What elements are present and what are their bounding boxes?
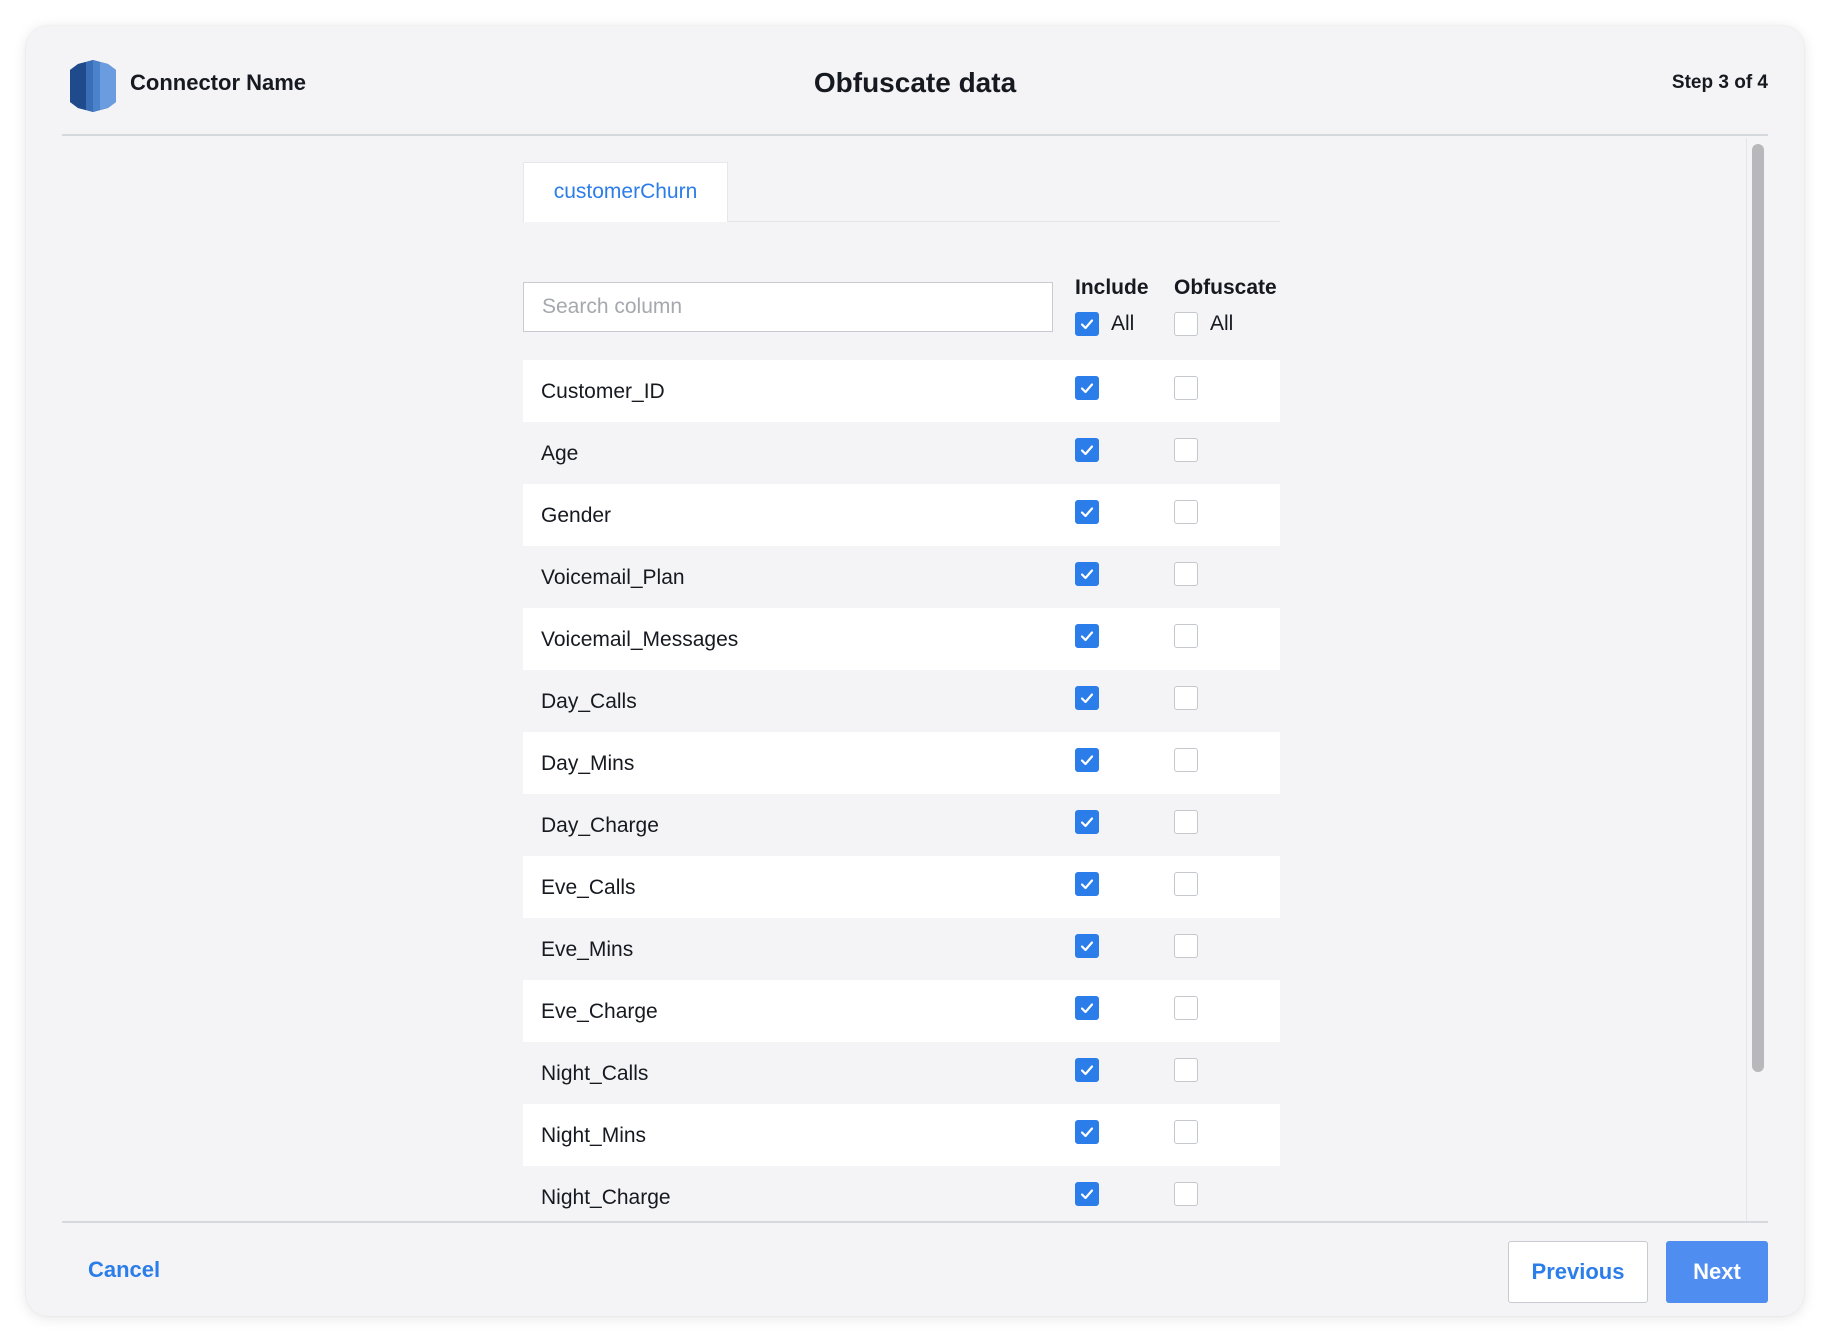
column-name: Eve_Charge	[541, 1000, 658, 1023]
checkmark-icon	[1080, 569, 1094, 580]
include-all-toggle[interactable]: All	[1075, 310, 1134, 338]
column-name: Night_Mins	[541, 1124, 647, 1147]
cancel-button[interactable]: Cancel	[88, 1257, 160, 1283]
next-button[interactable]: Next	[1666, 1241, 1768, 1303]
table-row: Day_Calls	[523, 670, 1280, 732]
checkmark-icon	[1080, 1065, 1094, 1076]
dialog-footer: Cancel Previous Next	[62, 1221, 1768, 1316]
dialog-body: customerChurn Include Obfuscate All All …	[62, 138, 1768, 1221]
include-checkbox[interactable]	[1075, 1120, 1099, 1144]
include-checkbox[interactable]	[1075, 438, 1099, 462]
obfuscate-all-toggle[interactable]: All	[1174, 310, 1233, 338]
obfuscate-all-label: All	[1210, 312, 1234, 335]
table-row: Eve_Charge	[523, 980, 1280, 1042]
include-checkbox[interactable]	[1075, 500, 1099, 524]
checkmark-icon	[1080, 319, 1094, 330]
obfuscate-checkbox[interactable]	[1174, 996, 1198, 1020]
table-row: Voicemail_Messages	[523, 608, 1280, 670]
include-column-header: Include	[1075, 276, 1149, 299]
obfuscate-checkbox[interactable]	[1174, 376, 1198, 400]
obfuscate-checkbox[interactable]	[1174, 500, 1198, 524]
table-row: Night_Calls	[523, 1042, 1280, 1104]
column-name: Eve_Mins	[541, 938, 634, 961]
checkmark-icon	[1080, 1189, 1094, 1200]
step-indicator: Step 3 of 4	[1671, 72, 1768, 93]
checkmark-icon	[1080, 445, 1094, 456]
table-row: Voicemail_Plan	[523, 546, 1280, 608]
column-name: Age	[541, 442, 579, 465]
checkmark-icon	[1080, 631, 1094, 642]
include-checkbox[interactable]	[1075, 686, 1099, 710]
table-row: Eve_Calls	[523, 856, 1280, 918]
checkmark-icon	[1080, 507, 1094, 518]
include-checkbox[interactable]	[1075, 1058, 1099, 1082]
column-name: Customer_ID	[541, 380, 665, 403]
checkmark-icon	[1080, 693, 1094, 704]
obfuscate-checkbox[interactable]	[1174, 1058, 1198, 1082]
column-name: Night_Charge	[541, 1186, 671, 1209]
table-tabs: customerChurn	[523, 162, 1280, 222]
include-checkbox[interactable]	[1075, 872, 1099, 896]
column-name: Day_Mins	[541, 752, 635, 775]
obfuscate-checkbox[interactable]	[1174, 686, 1198, 710]
obfuscate-all-checkbox[interactable]	[1174, 312, 1198, 336]
include-checkbox[interactable]	[1075, 934, 1099, 958]
table-row: Age	[523, 422, 1280, 484]
include-checkbox[interactable]	[1075, 376, 1099, 400]
include-checkbox[interactable]	[1075, 624, 1099, 648]
include-checkbox[interactable]	[1075, 562, 1099, 586]
table-row: Gender	[523, 484, 1280, 546]
table-row: Night_Mins	[523, 1104, 1280, 1166]
table-row: Day_Charge	[523, 794, 1280, 856]
obfuscate-checkbox[interactable]	[1174, 748, 1198, 772]
checkmark-icon	[1080, 879, 1094, 890]
include-checkbox[interactable]	[1075, 748, 1099, 772]
column-name: Day_Calls	[541, 690, 637, 713]
table-row: Night_Charge	[523, 1166, 1280, 1221]
obfuscate-checkbox[interactable]	[1174, 1182, 1198, 1206]
checkmark-icon	[1080, 1127, 1094, 1138]
dialog-header: Connector Name Obfuscate data Step 3 of …	[62, 26, 1768, 136]
checkmark-icon	[1080, 941, 1094, 952]
table-row: Customer_ID	[523, 360, 1280, 422]
table-row: Day_Mins	[523, 732, 1280, 794]
obfuscate-checkbox[interactable]	[1174, 934, 1198, 958]
obfuscate-checkbox[interactable]	[1174, 624, 1198, 648]
obfuscate-column-header: Obfuscate	[1174, 276, 1277, 299]
checkmark-icon	[1080, 1003, 1094, 1014]
checkmark-icon	[1080, 817, 1094, 828]
obfuscate-checkbox[interactable]	[1174, 810, 1198, 834]
obfuscate-checkbox[interactable]	[1174, 562, 1198, 586]
tab-customerchurn[interactable]: customerChurn	[523, 162, 728, 222]
column-name: Night_Calls	[541, 1062, 649, 1085]
include-checkbox[interactable]	[1075, 1182, 1099, 1206]
search-input[interactable]	[523, 282, 1053, 332]
column-name: Day_Charge	[541, 814, 659, 837]
include-all-checkbox[interactable]	[1075, 312, 1099, 336]
obfuscate-checkbox[interactable]	[1174, 872, 1198, 896]
table-row: Eve_Mins	[523, 918, 1280, 980]
column-name: Voicemail_Messages	[541, 628, 739, 651]
page-title: Obfuscate data	[813, 67, 1017, 98]
previous-button[interactable]: Previous	[1508, 1241, 1648, 1303]
column-list: Customer_ID Age Gender Voicemail_Plan Voicem…	[523, 360, 1280, 1221]
obfuscate-dialog: Connector Name Obfuscate data Step 3 of …	[26, 26, 1804, 1316]
obfuscate-checkbox[interactable]	[1174, 438, 1198, 462]
checkmark-icon	[1080, 755, 1094, 766]
column-name: Gender	[541, 504, 612, 527]
include-all-label: All	[1111, 312, 1135, 335]
scrollbar[interactable]	[1746, 138, 1768, 1221]
column-name: Eve_Calls	[541, 876, 636, 899]
column-name: Voicemail_Plan	[541, 566, 685, 589]
include-checkbox[interactable]	[1075, 996, 1099, 1020]
include-checkbox[interactable]	[1075, 810, 1099, 834]
scrollbar-thumb[interactable]	[1752, 144, 1764, 1072]
obfuscate-checkbox[interactable]	[1174, 1120, 1198, 1144]
checkmark-icon	[1080, 383, 1094, 394]
